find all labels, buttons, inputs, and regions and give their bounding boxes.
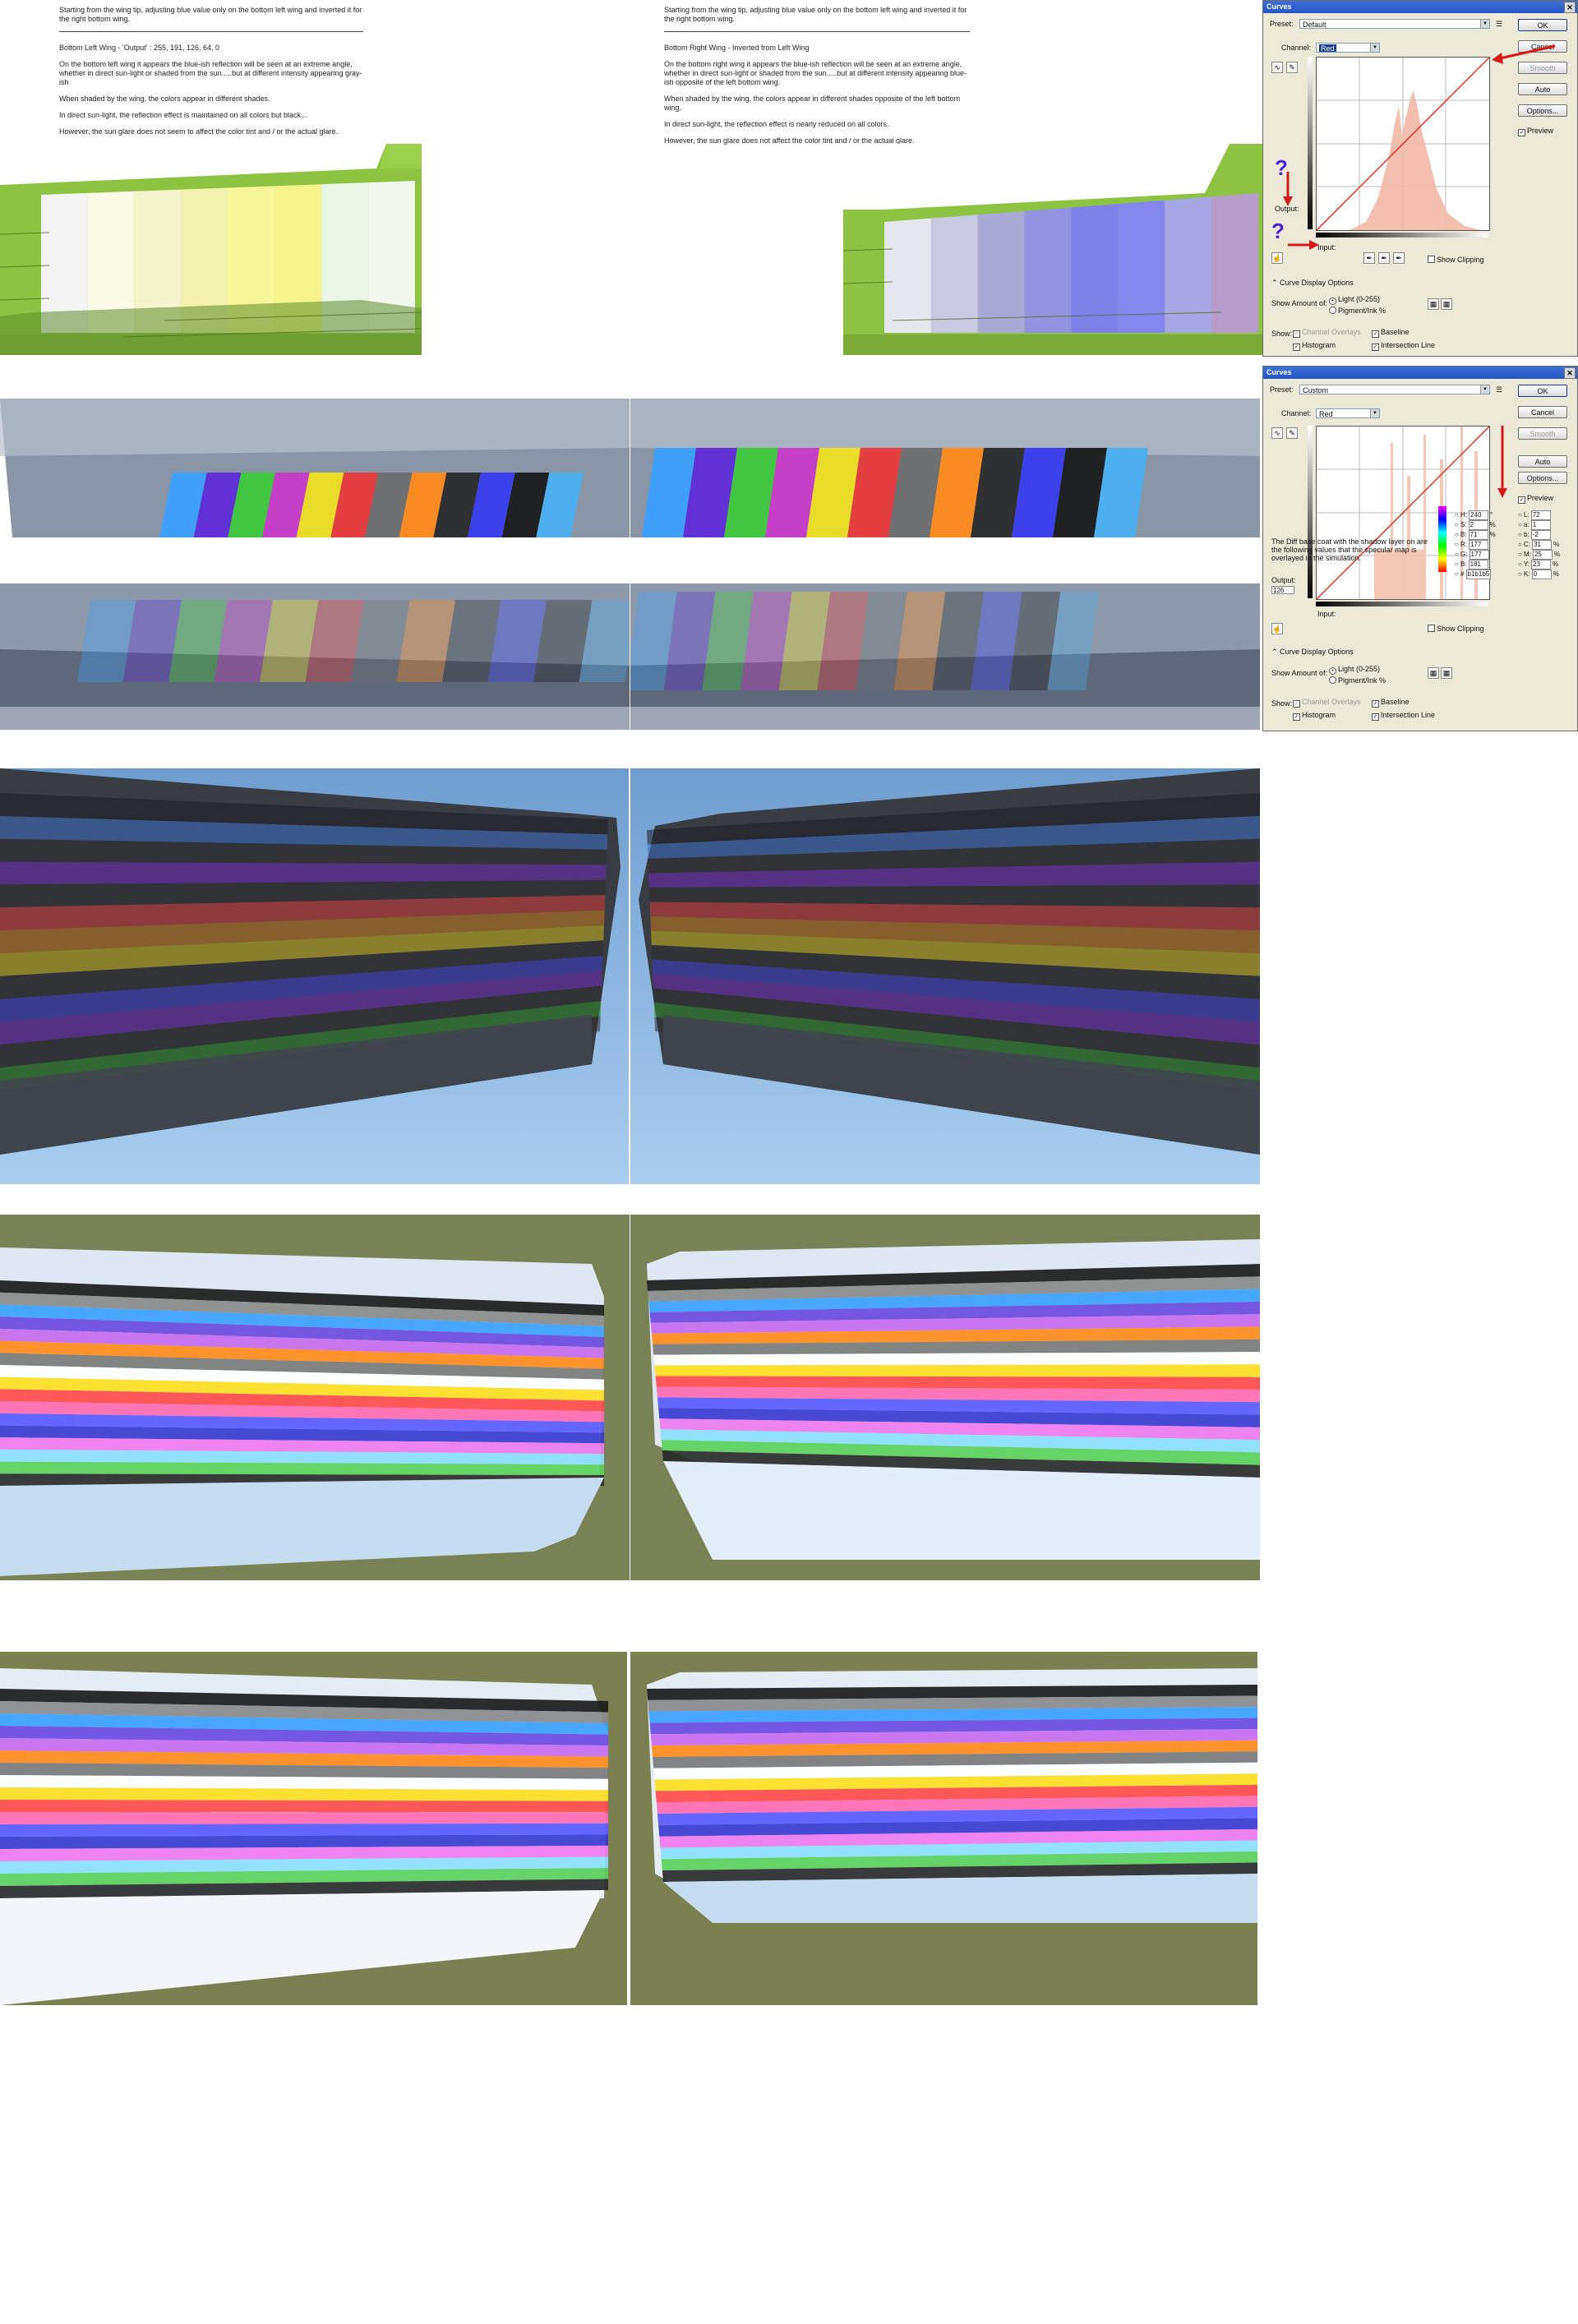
- show-clipping-label: Show Clipping: [1437, 625, 1484, 633]
- annotation-arrows: [1283, 44, 1556, 250]
- black-eyedropper-icon[interactable]: ✒: [1363, 252, 1375, 264]
- grid-detailed-icon[interactable]: ▦: [1441, 298, 1452, 310]
- light-label: Light (0-255): [1338, 665, 1381, 673]
- show-clipping-checkbox[interactable]: Show Clipping: [1428, 625, 1484, 633]
- white-eyedropper-icon[interactable]: ✒: [1393, 252, 1405, 264]
- color-stripe: [977, 210, 1025, 333]
- notes-right-p1: On the bottom right wing it appears the …: [664, 60, 967, 86]
- wing-test-right-image: [843, 144, 1262, 355]
- ribbon-wing-top-right-image: [630, 399, 1260, 537]
- color-stripe: [1071, 204, 1119, 333]
- notes-left-p3: In direct sun-light, the reflection effe…: [59, 111, 307, 119]
- channel-overlays-checkbox[interactable]: ✓ Channel Overlays: [1293, 328, 1361, 338]
- histogram-checkbox[interactable]: ✓ Histogram: [1293, 341, 1336, 351]
- pigment-label: Pigment/Ink %: [1338, 676, 1387, 685]
- notes-left-divider: [59, 31, 363, 32]
- channel-overlays-label: Channel Overlays: [1302, 328, 1361, 336]
- on-image-adjust-icon[interactable]: ☝: [1271, 623, 1283, 634]
- pigment-radio[interactable]: Pigment/Ink %: [1329, 307, 1386, 315]
- display-options-toggle[interactable]: ⌃ Curve Display Options: [1271, 648, 1354, 657]
- aerial-wing-left-image: [0, 1215, 630, 1580]
- notes-right: Starting from the wing tip, adjusting bl…: [664, 6, 970, 153]
- light-radio[interactable]: • Light (0-255): [1329, 295, 1380, 305]
- color-band: [0, 1800, 608, 1813]
- color-stripe: [1024, 207, 1072, 333]
- aerial-wing-right-image: [630, 1215, 1260, 1580]
- ribbon-wing-under-right-image: [630, 583, 1260, 730]
- color-stripe: [1211, 193, 1258, 333]
- display-options-label: Curve Display Options: [1280, 279, 1354, 287]
- color-stripe: [930, 214, 978, 333]
- notes-right-p3: In direct sun-light, the reflection effe…: [664, 120, 889, 128]
- histogram-label: Histogram: [1302, 711, 1336, 719]
- show-label: Show:: [1271, 330, 1293, 338]
- curves-dialog-default[interactable]: Curves ✕ Preset: Default ▼ ☰ OK Cancel Smo…: [1262, 0, 1578, 357]
- sky-wing-left-image: [0, 768, 629, 1184]
- show-amount-label: Show Amount of:: [1271, 669, 1328, 677]
- intersection-label: Intersection Line: [1381, 341, 1436, 349]
- intersection-checkbox[interactable]: ✓ Intersection Line: [1372, 711, 1435, 721]
- ribbon-wing-top-left-image: [0, 399, 630, 537]
- notes-right-divider: [664, 31, 970, 32]
- notes-left-p2: When shaded by the wing, the colors appe…: [59, 95, 270, 103]
- baseline-checkbox[interactable]: ✓ Baseline: [1372, 698, 1410, 708]
- channel-overlays-checkbox[interactable]: ✓ Channel Overlays: [1293, 698, 1361, 708]
- color-stripe: [884, 218, 931, 333]
- show-clipping-label: Show Clipping: [1437, 256, 1484, 264]
- baseline-checkbox[interactable]: ✓ Baseline: [1372, 328, 1410, 338]
- gray-eyedropper-icon[interactable]: ✒: [1378, 252, 1390, 264]
- grid-simple-icon[interactable]: ▦: [1428, 667, 1439, 679]
- show-label: Show:: [1271, 699, 1293, 708]
- grid-detailed-icon[interactable]: ▦: [1441, 667, 1452, 679]
- pigment-radio[interactable]: Pigment/Ink %: [1329, 676, 1386, 685]
- color-stripe: [1118, 200, 1165, 333]
- aerial-wing-left-b-image: [0, 1652, 627, 2005]
- intersection-checkbox[interactable]: ✓ Intersection Line: [1372, 341, 1435, 351]
- show-clipping-checkbox[interactable]: Show Clipping: [1428, 256, 1484, 264]
- light-label: Light (0-255): [1338, 295, 1381, 303]
- notes-right-p2: When shaded by the wing, the colors appe…: [664, 95, 961, 112]
- notes-left-p1: On the bottom left wing it appears the b…: [59, 60, 362, 86]
- notes-left-p4: However, the sun glare does not seem to …: [59, 127, 339, 136]
- notes-right-heading: Bottom Right Wing - Inverted from Left W…: [664, 44, 810, 52]
- wing-test-left-image: [0, 144, 422, 355]
- show-amount-label: Show Amount of:: [1271, 299, 1328, 307]
- intersection-label: Intersection Line: [1381, 711, 1436, 719]
- notes-left-heading: Bottom Left Wing - 'Output' : 255, 191, …: [59, 44, 220, 52]
- color-band: [0, 1812, 608, 1824]
- light-radio[interactable]: • Light (0-255): [1329, 665, 1380, 675]
- baseline-label: Baseline: [1381, 328, 1410, 336]
- channel-overlays-label: Channel Overlays: [1302, 698, 1361, 706]
- baseline-label: Baseline: [1381, 698, 1410, 706]
- on-image-adjust-icon[interactable]: ☝: [1271, 252, 1283, 264]
- sky-wing-right-image: [630, 768, 1260, 1184]
- curves-dialog-custom[interactable]: Curves ✕ Preset: Custom ▼ ☰ OK Cancel Smoo…: [1262, 366, 1578, 731]
- notes-left: Starting from the wing tip, adjusting bl…: [59, 6, 363, 144]
- color-band: [654, 1364, 1260, 1377]
- aerial-wing-right-b-image: [630, 1652, 1257, 2005]
- histogram-checkbox[interactable]: ✓ Histogram: [1293, 711, 1336, 721]
- display-options-label: Curve Display Options: [1280, 648, 1354, 656]
- pigment-label: Pigment/Ink %: [1338, 307, 1387, 315]
- notes-left-intro: Starting from the wing tip, adjusting bl…: [59, 6, 362, 23]
- ribbon-wing-under-left-image: [0, 583, 630, 730]
- grid-simple-icon[interactable]: ▦: [1428, 298, 1439, 310]
- histogram-label: Histogram: [1302, 341, 1336, 349]
- display-options-toggle[interactable]: ⌃ Curve Display Options: [1271, 279, 1354, 288]
- notes-right-intro: Starting from the wing tip, adjusting bl…: [664, 6, 967, 23]
- color-band: [0, 1823, 608, 1837]
